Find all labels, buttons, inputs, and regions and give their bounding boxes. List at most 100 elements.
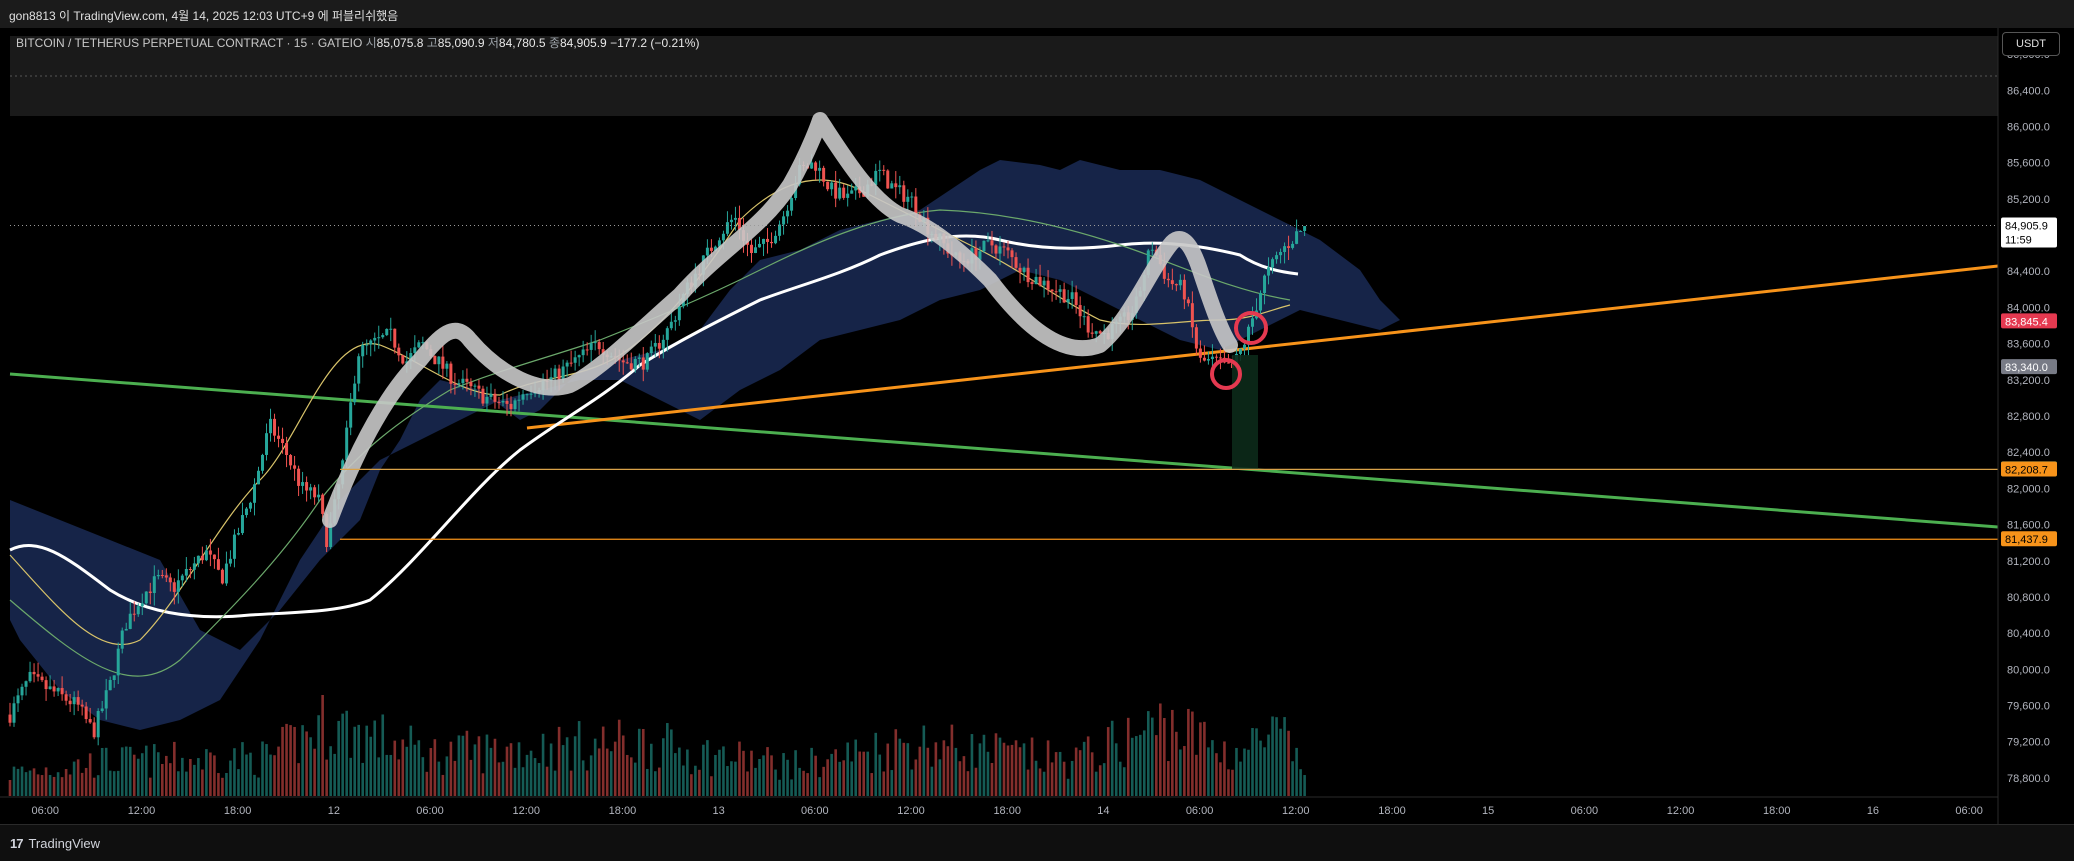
x-tick-label: 12:00 xyxy=(128,805,156,817)
candle-body xyxy=(822,167,826,182)
volume-bar xyxy=(112,771,116,796)
volume-bar xyxy=(1267,734,1270,796)
candle-body xyxy=(48,686,52,690)
volume-bar xyxy=(1171,709,1174,796)
volume-bar xyxy=(76,759,80,796)
volume-bar xyxy=(1255,728,1258,796)
volume-bar xyxy=(80,772,84,796)
volume-bar xyxy=(702,744,705,796)
volume-bar xyxy=(120,747,124,796)
volume-bar xyxy=(1235,747,1238,796)
candle-body xyxy=(80,704,84,707)
volume-bar xyxy=(425,771,429,796)
volume-bar xyxy=(1163,718,1166,796)
volume-bar xyxy=(1074,747,1078,796)
volume-bar xyxy=(1046,740,1050,796)
volume-bar xyxy=(32,768,36,796)
candle-body xyxy=(92,722,96,738)
candle-body xyxy=(846,193,850,198)
price-tag-label: 83,845.4 xyxy=(2005,316,2048,328)
volume-bar xyxy=(465,730,469,796)
candle-body xyxy=(529,393,533,395)
symbol-name: BITCOIN / TETHERUS PERPETUAL CONTRACT · … xyxy=(16,36,363,50)
volume-bar xyxy=(609,751,613,796)
chart-svg[interactable]: 86,800.086,400.086,000.085,600.085,200.0… xyxy=(0,28,2074,824)
candle-body xyxy=(413,347,417,354)
volume-bar xyxy=(317,715,320,796)
volume-bar xyxy=(40,775,44,796)
candle-body xyxy=(136,606,140,615)
volume-bar xyxy=(730,761,733,796)
candle-body xyxy=(44,680,48,690)
candle-body xyxy=(894,183,898,188)
candle-body xyxy=(1086,316,1090,333)
candle-body xyxy=(1082,316,1086,318)
volume-bar xyxy=(1231,769,1234,796)
candle-body xyxy=(758,243,762,248)
candle-body xyxy=(156,574,160,577)
symbol-legend: BITCOIN / TETHERUS PERPETUAL CONTRACT · … xyxy=(16,34,699,51)
time-scale[interactable]: 06:00 12:00 18:00 12 06:00 12:00 18:00 13 06:00 1… xyxy=(32,805,1983,817)
volume-bar xyxy=(28,770,32,796)
x-tick-label: 18:00 xyxy=(609,805,637,817)
volume-bar xyxy=(413,744,417,796)
volume-bar xyxy=(116,770,120,796)
candle-body xyxy=(445,363,449,369)
volume-bar xyxy=(1146,711,1150,796)
volume-bar xyxy=(281,726,284,796)
x-tick-label: 06:00 xyxy=(1955,805,1983,817)
candle-body xyxy=(525,394,529,396)
candle-body xyxy=(754,247,757,253)
volume-bar xyxy=(1279,728,1282,796)
volume-bar xyxy=(970,734,974,796)
price-tag-label: 82,208.7 xyxy=(2005,464,2048,476)
volume-bar xyxy=(197,758,200,796)
candle-body xyxy=(212,554,216,560)
volume-bar xyxy=(441,774,445,796)
volume-bar xyxy=(862,751,866,796)
volume-bar xyxy=(830,753,833,796)
candle-body xyxy=(553,368,557,378)
currency-button[interactable]: USDT xyxy=(2002,32,2060,56)
volume-bar xyxy=(225,773,228,796)
candle-body xyxy=(465,378,469,382)
volume-bar xyxy=(734,761,737,796)
volume-bar xyxy=(457,735,461,796)
volume-bar xyxy=(52,776,56,796)
volume-bar xyxy=(726,766,729,796)
candle-body xyxy=(830,182,834,190)
candle-body xyxy=(629,363,633,370)
candle-body xyxy=(1062,289,1066,303)
volume-bar xyxy=(20,766,24,796)
tradingview-brand[interactable]: 17 TradingView xyxy=(10,836,100,851)
candle-body xyxy=(633,359,637,370)
volume-bar xyxy=(1271,716,1274,796)
candle-body xyxy=(1066,298,1070,303)
candle-body xyxy=(1303,226,1307,232)
candle-body xyxy=(240,515,244,534)
candle-body xyxy=(104,690,108,709)
candle-body xyxy=(164,575,168,578)
volume-bar xyxy=(1098,765,1102,796)
volume-bar xyxy=(870,773,874,796)
volume-bar xyxy=(321,695,324,796)
candle-body xyxy=(513,400,517,410)
volume-bar xyxy=(1134,736,1138,796)
price-scale[interactable]: 86,800.086,400.086,000.085,600.085,200.0… xyxy=(2007,49,2050,785)
candle-body xyxy=(1174,284,1178,286)
volume-bar xyxy=(445,756,449,796)
candle-body xyxy=(60,688,64,695)
y-tick-label: 81,600.0 xyxy=(2007,520,2050,532)
volume-bar xyxy=(1247,749,1250,796)
candle-body xyxy=(269,418,273,434)
volume-bar xyxy=(710,776,713,796)
volume-bar xyxy=(621,735,625,796)
volume-bar xyxy=(906,743,910,796)
volume-bar xyxy=(325,759,328,796)
volume-bar xyxy=(958,761,962,796)
volume-bar xyxy=(1130,737,1134,796)
volume-bar xyxy=(698,769,701,796)
x-tick-label: 16 xyxy=(1867,805,1879,817)
x-tick-label: 18:00 xyxy=(1378,805,1406,817)
volume-bar xyxy=(682,765,685,796)
